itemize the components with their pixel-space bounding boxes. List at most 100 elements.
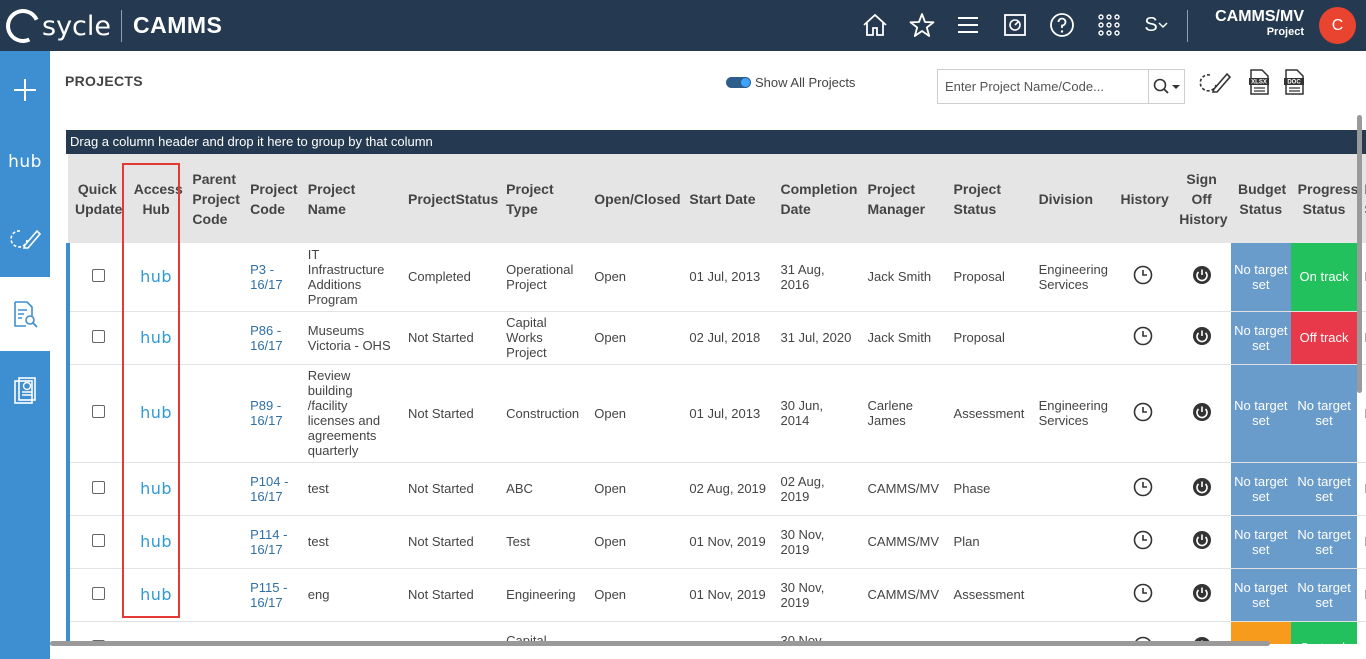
sign-off-history-icon[interactable] [1172,462,1231,516]
table-row[interactable]: hub P104 - 16/17 test Not Started ABC Open 02 … [66,462,1366,516]
column-header[interactable]: Completion Date [773,154,861,243]
project-type-cell: Construction [499,364,588,463]
extra-status-cell: N/A [1357,515,1366,569]
quick-update-checkbox[interactable] [91,405,105,418]
sign-off-history-icon[interactable] [1172,243,1231,312]
parent-project-code-cell [185,462,244,516]
show-all-label: Show All Projects [755,75,856,90]
completion-date-cell: 31 Jul, 2020 [773,311,861,365]
access-hub-link[interactable]: hub [140,328,172,347]
column-header[interactable]: Budget Status [1230,154,1291,243]
access-hub-cell: hub [126,243,186,312]
project-type-cell: ABC [499,462,588,516]
user-name: CAMMS/MV [1215,8,1304,25]
project-search [937,69,1185,104]
search-input[interactable] [938,70,1148,103]
column-header[interactable]: Project Code [243,154,301,243]
show-all-toggle[interactable] [726,77,751,88]
report-icon[interactable] [0,354,50,428]
svg-text:XLSX: XLSX [1251,80,1267,86]
table-row[interactable]: hub P86 - 16/17 Museums Victoria - OHS Not … [66,311,1366,365]
sign-off-history-icon[interactable] [1172,568,1231,622]
column-header[interactable]: Parent Project Code [185,154,244,243]
avatar[interactable]: C [1319,7,1356,44]
history-icon[interactable] [1113,515,1173,569]
project-code-link[interactable]: P3 - 16/17 [243,243,301,312]
column-header[interactable]: Division [1031,154,1114,243]
table-row[interactable]: hub P3 - 16/17 IT Infrastructure Additions… [66,243,1366,312]
history-icon[interactable] [1113,311,1173,365]
projects-table: Quick Update Access Hub Parent Project Cod… [66,154,1366,644]
progress-status-badge: No target set [1290,462,1358,516]
brand-logo[interactable]: sycle [1,4,111,48]
add-icon[interactable] [0,53,50,127]
phase-status-cell: Assessment [946,568,1032,622]
project-code-link[interactable]: P89 - 16/17 [243,364,301,463]
column-header[interactable]: Quick Update [68,154,127,243]
project-code-link[interactable]: P86 - 16/17 [243,311,301,365]
project-name-cell: Museums Victoria - OHS [300,311,401,365]
quick-update-checkbox[interactable] [91,329,105,343]
history-icon[interactable] [1113,462,1173,516]
project-name-cell: test [300,462,401,516]
column-header[interactable]: Open/Closed [587,154,683,243]
column-header[interactable]: History [1113,154,1173,243]
sidebar-item-hub[interactable]: hub [0,125,50,199]
vertical-scrollbar[interactable] [1357,115,1362,393]
project-code-link[interactable]: P115 - 16/17 [243,568,301,622]
progress-status-badge: Off track [1290,311,1358,365]
access-hub-link[interactable]: hub [140,267,172,286]
access-hub-link[interactable]: hub [140,532,172,551]
edit-icon[interactable] [1198,67,1232,97]
table-row[interactable]: hub P114 - 16/17 test Not Started Test Open 01… [66,515,1366,569]
quick-update-checkbox[interactable] [91,268,105,282]
access-hub-link[interactable]: hub [140,403,172,422]
progress-status-badge: No target set [1290,364,1358,463]
history-icon[interactable] [1113,243,1173,312]
column-header[interactable]: Access Hub [126,154,186,243]
quick-update-checkbox[interactable] [91,480,105,494]
project-code-link[interactable]: P114 - 16/17 [243,515,301,569]
column-header[interactable]: Project Name [300,154,401,243]
group-by-bar[interactable]: Drag a column header and drop it here to… [66,130,1366,154]
project-code-link[interactable]: P104 - 16/17 [243,462,301,516]
history-icon[interactable] [1113,568,1173,622]
edit-refresh-icon[interactable] [0,201,50,275]
home-icon[interactable] [860,10,890,40]
dashboard-icon[interactable] [1000,10,1030,40]
progress-status-badge: On track [1290,621,1358,644]
horizontal-scrollbar[interactable] [50,641,1270,646]
access-hub-cell: hub [126,462,186,516]
table-row[interactable]: hub P115 - 16/17 eng Not Started Engineering… [66,568,1366,622]
column-header[interactable]: Sign Off History [1172,154,1231,243]
division-cell [1031,311,1114,365]
access-hub-link[interactable]: hub [140,479,172,498]
sign-off-history-icon[interactable] [1172,364,1231,463]
project-search-icon[interactable] [0,277,50,351]
quick-update-checkbox[interactable] [91,533,105,547]
column-header[interactable]: Project Manager [860,154,947,243]
access-hub-link[interactable]: hub [140,585,172,604]
column-header[interactable]: ProjectStatus [400,154,500,243]
open-closed-cell: Open [587,243,683,312]
doc-icon[interactable]: DOC [1277,67,1311,97]
table-row[interactable]: hub P89 - 16/17 Review building /facility … [66,364,1366,463]
sign-off-history-icon[interactable] [1172,515,1231,569]
history-icon[interactable] [1113,364,1173,463]
column-header[interactable]: Progress Status [1290,154,1358,243]
search-dropdown-button[interactable] [1148,70,1185,103]
sign-off-history-icon[interactable] [1172,311,1231,365]
phase-status-cell: Proposal [946,243,1032,312]
quick-update-checkbox[interactable] [91,586,105,600]
extra-status-cell: N/A [1357,462,1366,516]
column-header[interactable]: Project Status [946,154,1032,243]
menu-icon[interactable] [953,10,983,40]
apps-grid-icon[interactable] [1094,10,1124,40]
help-icon[interactable] [1047,10,1077,40]
column-header[interactable]: Project Type [499,154,588,243]
xlsx-icon[interactable]: XLSX [1242,67,1276,97]
column-header[interactable]: Start Date [682,154,774,243]
star-icon[interactable] [907,10,937,40]
table-body: hub P3 - 16/17 IT Infrastructure Additions… [66,243,1366,644]
s-dropdown-icon[interactable]: S [1140,10,1172,40]
